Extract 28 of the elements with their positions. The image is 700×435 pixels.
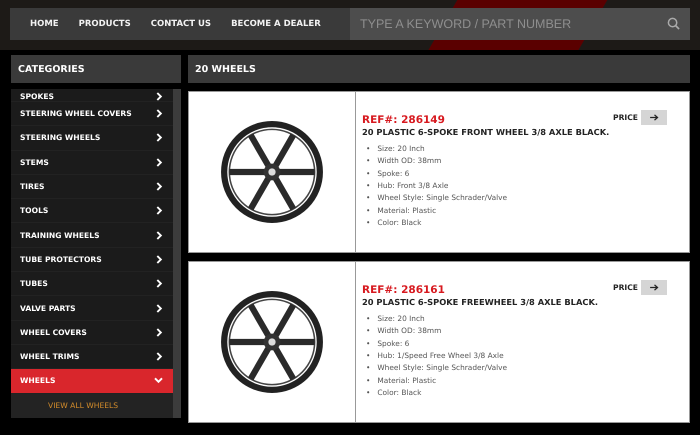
product-name[interactable]: 20 PLASTIC 6-SPOKE FREEWHEEL 3/8 AXLE BLACK.: [362, 297, 679, 307]
chevron-right-icon: [156, 133, 163, 142]
chevron-right-icon: [156, 206, 163, 216]
chevron-right-icon: [156, 352, 163, 362]
nav-link[interactable]: HOME: [30, 19, 59, 29]
chevron-down-icon: [154, 377, 163, 384]
sidebar-title: CATEGORIES: [11, 55, 181, 83]
chevron-right-icon: [156, 328, 163, 337]
chevron-right-icon: [156, 304, 163, 313]
product-ref: REF#: 286149: [362, 114, 445, 126]
product-ref: REF#: 286161: [362, 284, 445, 296]
chevron-right-icon: [156, 254, 163, 264]
price-button[interactable]: [641, 110, 667, 125]
chevron-right-icon: [156, 230, 163, 240]
arrow-right-icon: [650, 114, 658, 121]
chevron-right-icon: [156, 279, 163, 288]
nav-link[interactable]: PRODUCTS: [78, 19, 131, 29]
scrollbar[interactable]: [173, 89, 181, 418]
search-field[interactable]: TYPE A KEYWORD / PART NUMBER: [350, 8, 690, 40]
nav-link[interactable]: BECOME A DEALER: [231, 19, 321, 29]
chevron-right-icon: [156, 182, 163, 192]
search-icon[interactable]: [667, 17, 680, 30]
arrow-right-icon: [650, 284, 658, 291]
chevron-right-icon: [156, 158, 163, 167]
product-name[interactable]: 20 PLASTIC 6-SPOKE FRONT WHEEL 3/8 AXLE BLACK.: [362, 127, 679, 137]
price-button[interactable]: [641, 280, 667, 295]
nav-link[interactable]: CONTACT US: [150, 19, 212, 29]
page-title: 20 WHEELS: [188, 55, 690, 83]
